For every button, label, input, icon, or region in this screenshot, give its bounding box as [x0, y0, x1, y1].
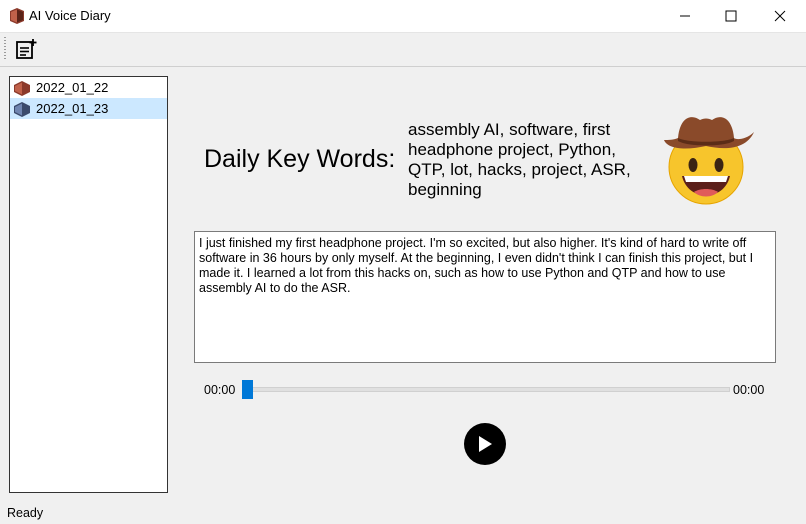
list-item[interactable]: 2022_01_22 [10, 77, 167, 98]
entry-label: 2022_01_23 [36, 101, 109, 116]
slider-thumb[interactable] [242, 380, 253, 399]
list-item[interactable]: 2022_01_23 [10, 98, 167, 119]
keywords-text: assembly AI, software, first headphone p… [408, 120, 631, 199]
diary-book-icon [10, 8, 24, 24]
entry-label: 2022_01_22 [36, 80, 109, 95]
total-time: 00:00 [733, 383, 765, 397]
current-time: 00:00 [204, 383, 236, 397]
close-button[interactable] [757, 0, 803, 32]
new-entry-button[interactable] [13, 37, 39, 61]
window-title: AI Voice Diary [29, 8, 111, 23]
title-bar: AI Voice Diary [0, 0, 806, 33]
cowboy-smiley-emoji [664, 117, 754, 205]
new-note-icon [16, 39, 37, 59]
minimize-icon [680, 15, 690, 17]
transcript-textbox[interactable]: I just finished my first headphone proje… [194, 231, 776, 363]
keywords-heading: Daily Key Words: [204, 145, 396, 173]
play-button[interactable] [464, 423, 506, 465]
diary-book-icon [14, 101, 30, 117]
maximize-button[interactable] [708, 0, 754, 32]
toolbar [0, 33, 806, 67]
minimize-button[interactable] [662, 0, 708, 32]
playback-slider[interactable] [244, 387, 730, 392]
maximize-icon [725, 10, 737, 22]
diary-book-icon [14, 80, 30, 96]
close-icon [774, 10, 786, 22]
status-bar-text: Ready [7, 506, 44, 520]
play-icon [479, 436, 492, 452]
diary-entry-list[interactable]: 2022_01_22 2022_01_23 [9, 76, 168, 493]
toolbar-grip[interactable] [4, 37, 6, 61]
